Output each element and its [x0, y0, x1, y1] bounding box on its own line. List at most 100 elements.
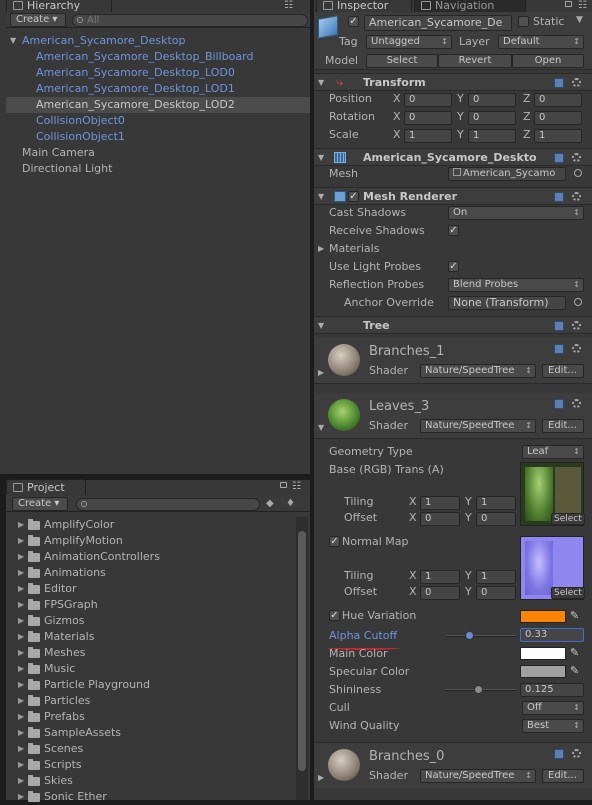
project-folder-item[interactable]: ▶ Scripts: [6, 757, 296, 773]
base-offset-axis-label[interactable]: Y: [465, 511, 472, 524]
shader-dropdown[interactable]: Nature/SpeedTree: [420, 419, 536, 433]
hierarchy-create-button[interactable]: Create ▾: [10, 13, 66, 27]
position-x-input[interactable]: 0: [404, 93, 452, 107]
expand-arrow-icon[interactable]: ▼: [318, 321, 324, 330]
rotation-axis-label[interactable]: X: [393, 110, 401, 123]
wind-quality-dropdown[interactable]: Best: [522, 719, 584, 733]
model-revert-button[interactable]: Revert: [438, 54, 512, 68]
expand-arrow-icon[interactable]: ▶: [18, 661, 24, 677]
scale-axis-label[interactable]: X: [393, 128, 401, 141]
position-axis-label[interactable]: Y: [457, 92, 464, 105]
inspector-lock-icon[interactable]: [565, 1, 572, 7]
anchor-override-field[interactable]: None (Transform): [448, 296, 566, 310]
inspector-menu-icon[interactable]: ☷: [578, 0, 587, 11]
project-folder-item[interactable]: ▶ SampleAssets: [6, 725, 296, 741]
expand-arrow-icon[interactable]: ▶: [18, 645, 24, 661]
normal-tiling-axis-label[interactable]: Y: [465, 569, 472, 582]
project-folder-item[interactable]: ▶ Music: [6, 661, 296, 677]
gear-icon[interactable]: [572, 399, 581, 408]
static-checkbox[interactable]: [518, 16, 529, 27]
position-axis-label[interactable]: X: [393, 92, 401, 105]
rotation-z-input[interactable]: 0: [534, 111, 582, 125]
tab-project[interactable]: Project: [6, 479, 86, 495]
help-icon[interactable]: [554, 749, 564, 759]
material-branches1-header[interactable]: Branches_1 ▶ Shader Nature/SpeedTree Edi…: [314, 338, 592, 384]
shininess-slider-thumb[interactable]: [473, 685, 483, 694]
project-folder-item[interactable]: ▶ AmplifyMotion: [6, 533, 296, 549]
tree-header[interactable]: ▼ Tree: [314, 316, 592, 334]
base-tiling-y-input[interactable]: 1: [476, 496, 516, 510]
normal-map-slot[interactable]: Select: [520, 536, 585, 600]
expand-arrow-icon[interactable]: ▶: [18, 597, 24, 613]
normal-map-select-button[interactable]: Select: [551, 587, 585, 599]
project-folder-item[interactable]: ▶ Editor: [6, 581, 296, 597]
project-folder-item[interactable]: ▶ Meshes: [6, 645, 296, 661]
hierarchy-search-input[interactable]: All: [72, 14, 308, 27]
filter-by-type-icon[interactable]: ◆: [266, 498, 278, 510]
hierarchy-menu-icon[interactable]: ☷: [284, 0, 293, 11]
help-icon[interactable]: [554, 78, 564, 88]
rotation-axis-label[interactable]: Y: [457, 110, 464, 123]
tag-dropdown[interactable]: Untagged: [366, 35, 452, 49]
expand-arrow-icon[interactable]: ▶: [18, 725, 24, 741]
model-open-button[interactable]: Open: [512, 54, 584, 68]
alpha-cutoff-input[interactable]: 0.33: [520, 628, 584, 642]
project-folder-item[interactable]: ▶ Materials: [6, 629, 296, 645]
expand-arrow-icon[interactable]: ▶: [318, 368, 324, 377]
normal-offset-axis-label[interactable]: X: [409, 585, 417, 598]
material-leaves3-header[interactable]: Leaves_3 ▼ Shader Nature/SpeedTree Edit.…: [314, 393, 592, 439]
gear-icon[interactable]: [572, 321, 581, 330]
expand-arrow-icon[interactable]: ▼: [10, 33, 16, 49]
expand-arrow-icon[interactable]: ▶: [18, 757, 24, 773]
expand-arrow-icon[interactable]: ▶: [18, 789, 24, 805]
shader-dropdown[interactable]: Nature/SpeedTree: [420, 769, 536, 783]
help-icon[interactable]: [554, 399, 564, 409]
lock-icon[interactable]: [280, 482, 287, 488]
shader-dropdown[interactable]: Nature/SpeedTree: [420, 364, 536, 378]
expand-arrow-icon[interactable]: ▶: [18, 629, 24, 645]
position-y-input[interactable]: 0: [468, 93, 516, 107]
base-offset-x-input[interactable]: 0: [420, 512, 460, 526]
expand-arrow-icon[interactable]: ▼: [318, 423, 324, 432]
main-color-swatch[interactable]: [520, 647, 566, 660]
reflection-probes-dropdown[interactable]: Blend Probes: [448, 278, 584, 292]
project-folder-item[interactable]: ▶ Animations: [6, 565, 296, 581]
object-picker-icon[interactable]: [574, 298, 582, 306]
gear-icon[interactable]: [572, 749, 581, 758]
hue-variation-checkbox[interactable]: ✓: [329, 610, 340, 621]
hierarchy-item-lod1[interactable]: American_Sycamore_Desktop_LOD1: [6, 81, 310, 97]
expand-arrow-icon[interactable]: ▶: [18, 709, 24, 725]
rotation-y-input[interactable]: 0: [468, 111, 516, 125]
mesh-object-field[interactable]: American_Sycamo: [448, 167, 566, 181]
hierarchy-item-directional-light[interactable]: Directional Light: [6, 161, 310, 177]
expand-arrow-icon[interactable]: ▶: [18, 613, 24, 629]
mesh-renderer-header[interactable]: ▼ ✓ Mesh Renderer: [314, 187, 592, 205]
geometry-type-dropdown[interactable]: Leaf: [522, 445, 584, 459]
object-picker-icon[interactable]: [574, 169, 582, 177]
position-z-input[interactable]: 0: [534, 93, 582, 107]
eyedropper-icon[interactable]: ✎: [570, 647, 580, 659]
object-name-field[interactable]: American_Sycamore_De: [364, 15, 512, 31]
project-folder-item[interactable]: ▶ FPSGraph: [6, 597, 296, 613]
expand-arrow-icon[interactable]: ▼: [318, 78, 324, 87]
expand-arrow-icon[interactable]: ▶: [18, 773, 24, 789]
scale-y-input[interactable]: 1: [468, 129, 516, 143]
expand-arrow-icon[interactable]: ▶: [18, 677, 24, 693]
specular-color-swatch[interactable]: [520, 665, 566, 678]
rotation-axis-label[interactable]: Z: [523, 110, 531, 123]
normal-tiling-y-input[interactable]: 1: [476, 570, 516, 584]
help-icon[interactable]: [554, 153, 564, 163]
project-folder-item[interactable]: ▶ AnimationControllers: [6, 549, 296, 565]
normal-map-checkbox[interactable]: ✓: [329, 536, 340, 547]
receive-shadows-checkbox[interactable]: ✓: [448, 225, 459, 236]
shader-edit-button[interactable]: Edit...: [542, 364, 584, 378]
gear-icon[interactable]: [572, 344, 581, 353]
layer-dropdown[interactable]: Default: [498, 35, 584, 49]
normal-tiling-x-input[interactable]: 1: [420, 570, 460, 584]
help-icon[interactable]: [554, 192, 564, 202]
scale-z-input[interactable]: 1: [534, 129, 582, 143]
active-checkbox[interactable]: ✓: [348, 16, 359, 27]
help-icon[interactable]: [554, 321, 564, 331]
project-scrollbar[interactable]: [296, 517, 308, 800]
transform-header[interactable]: ▼ ⤷ Transform: [314, 73, 592, 91]
